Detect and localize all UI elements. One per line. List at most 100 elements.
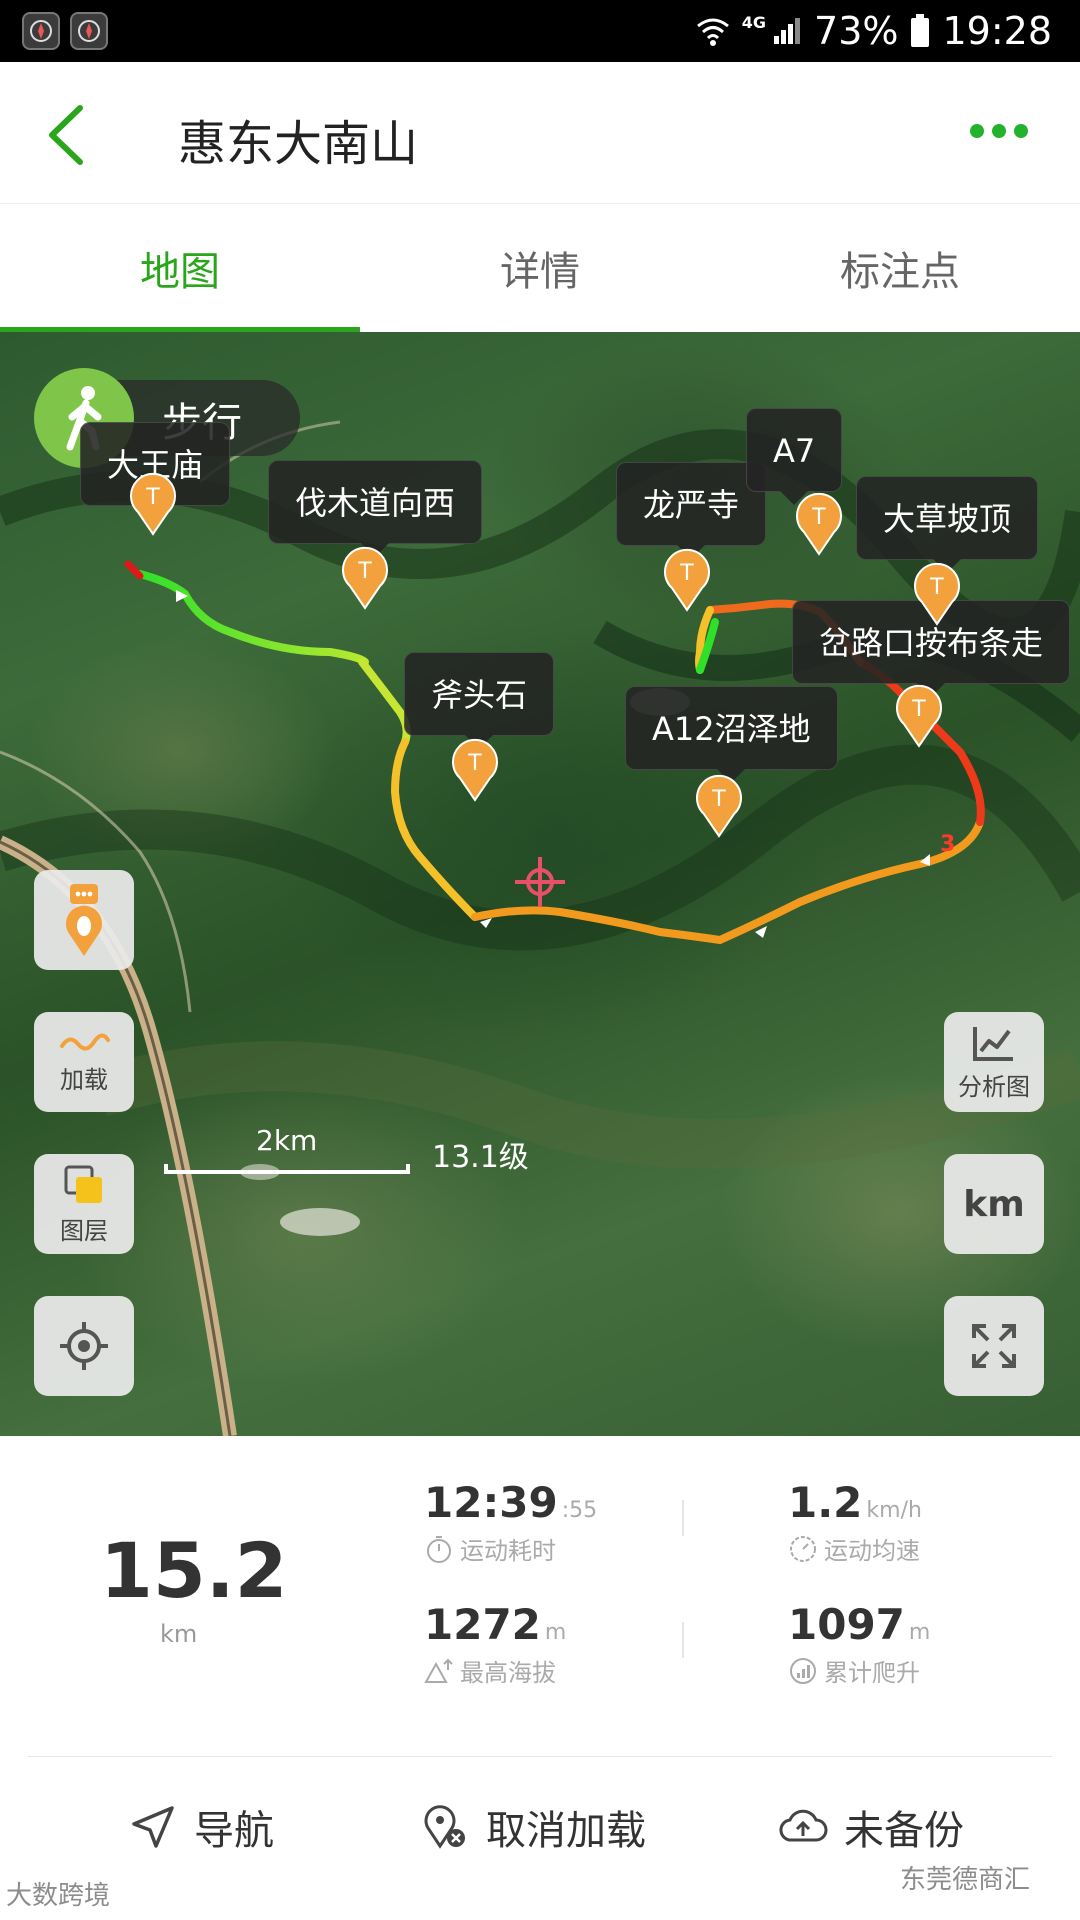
- climb-bars-icon: [790, 1657, 816, 1684]
- chevron-left-icon: [49, 105, 83, 165]
- navigation-arrow-icon: [132, 1806, 174, 1848]
- map-view[interactable]: 步行 大王庙 伐木道向西 斧头石 A12沼泽地 龙严寺 A7 大草坡顶 岔路口按…: [0, 332, 1080, 1436]
- divider: [682, 1622, 684, 1658]
- battery-icon: [911, 14, 930, 47]
- max-altitude-stat: 1272 m 最高海拔: [424, 1600, 566, 1688]
- watermark-right: 东莞德商汇: [900, 1865, 1031, 1895]
- watermark-left: 大数跨境: [6, 1881, 111, 1911]
- layers-label: 图层: [60, 1216, 108, 1245]
- waypoint-pin-icon[interactable]: T: [894, 684, 944, 748]
- waypoint-pin-icon[interactable]: T: [694, 774, 744, 838]
- fullscreen-button[interactable]: [944, 1296, 1044, 1396]
- max-altitude-unit: m: [544, 1620, 567, 1645]
- expand-icon: [972, 1324, 1016, 1368]
- unload-track-label: 取消加载: [486, 1808, 646, 1854]
- waypoint-pin-icon[interactable]: T: [794, 492, 844, 556]
- total-climb-unit: m: [908, 1620, 931, 1645]
- avg-speed-unit: km/h: [866, 1498, 922, 1523]
- load-track-label: 加载: [60, 1065, 108, 1094]
- tab-details[interactable]: 详情: [360, 204, 720, 332]
- unload-pin-icon: [424, 1805, 465, 1849]
- duration-seconds: :55: [561, 1498, 598, 1523]
- navigate-button[interactable]: 导航: [128, 1797, 274, 1857]
- tab-map[interactable]: 地图: [0, 204, 360, 332]
- load-track-button[interactable]: 加载: [34, 1012, 134, 1112]
- avg-speed-label: 运动均速: [824, 1537, 920, 1565]
- segment-number: 3: [940, 832, 956, 857]
- svg-text:T: T: [811, 505, 826, 530]
- dot-icon: [1014, 124, 1028, 138]
- svg-text:T: T: [679, 561, 694, 586]
- locate-icon: [60, 1322, 108, 1370]
- avg-speed-value: 1.2: [788, 1478, 863, 1527]
- svg-text:T: T: [467, 751, 482, 776]
- footprint-marker-button[interactable]: [34, 870, 134, 970]
- duration-value: 12:39: [424, 1478, 558, 1527]
- duration-stat: 12:39:55 运动耗时: [424, 1478, 597, 1566]
- max-altitude-value: 1272: [424, 1600, 541, 1649]
- backup-button[interactable]: 未备份: [778, 1797, 964, 1857]
- units-button[interactable]: km: [944, 1154, 1044, 1254]
- waypoint-callout[interactable]: 龙严寺: [616, 462, 767, 559]
- track-stats: 15.2 km 12:39:55 运动耗时 1.2 km/h 运动均速 1272 m…: [0, 1436, 1080, 1756]
- header: 惠东大南山: [0, 62, 1080, 204]
- back-button[interactable]: [40, 100, 100, 170]
- waypoint-callout[interactable]: A7: [746, 408, 843, 505]
- total-climb-value: 1097: [788, 1600, 905, 1649]
- zoom-level: 13.1级: [432, 1140, 529, 1175]
- total-climb-label: 累计爬升: [824, 1659, 920, 1687]
- svg-text:T: T: [911, 697, 926, 722]
- waypoint-pin-icon[interactable]: T: [450, 738, 500, 802]
- signal-icon: [774, 18, 801, 44]
- status-bar: 4G 73% 19:28: [0, 0, 1080, 62]
- mountain-icon: [424, 1658, 453, 1683]
- analysis-chart-button[interactable]: 分析图: [944, 1012, 1044, 1112]
- clock: 19:28: [942, 9, 1052, 53]
- distance-value: 15.2: [100, 1526, 288, 1615]
- dot-icon: [970, 124, 984, 138]
- backup-label: 未备份: [844, 1808, 964, 1854]
- waypoint-pin-icon[interactable]: T: [128, 472, 178, 536]
- network-type: 4G: [741, 12, 767, 32]
- waypoint-pin-icon[interactable]: T: [912, 562, 962, 626]
- dot-icon: [992, 124, 1006, 138]
- compass-app-icon: [22, 12, 60, 50]
- units-label: km: [963, 1183, 1025, 1225]
- more-button[interactable]: [970, 116, 1040, 146]
- locate-button[interactable]: [34, 1296, 134, 1396]
- waypoint-pin-icon[interactable]: T: [662, 548, 712, 612]
- battery-percent: 73%: [814, 9, 899, 53]
- speedometer-icon: [790, 1535, 816, 1562]
- wave-icon: [60, 1033, 110, 1050]
- analysis-chart-label: 分析图: [958, 1072, 1030, 1101]
- tab-bar: 地图 详情 标注点: [0, 204, 1080, 332]
- avg-speed-stat: 1.2 km/h 运动均速: [788, 1478, 922, 1566]
- divider: [682, 1500, 684, 1536]
- navigate-label: 导航: [194, 1808, 274, 1854]
- svg-text:T: T: [711, 787, 726, 812]
- svg-text:T: T: [357, 559, 372, 584]
- svg-text:T: T: [929, 575, 944, 600]
- waypoint-pin-icon[interactable]: T: [340, 546, 390, 610]
- waypoint-callout[interactable]: 大草坡顶: [856, 476, 1039, 573]
- svg-text:T: T: [145, 485, 160, 510]
- wifi-icon: [696, 18, 729, 46]
- duration-label: 运动耗时: [460, 1537, 556, 1565]
- tab-markers[interactable]: 标注点: [720, 204, 1080, 332]
- scale-label: 2km: [256, 1124, 318, 1157]
- waypoint-callout[interactable]: 斧头石: [404, 652, 555, 749]
- bottom-actions: 导航 取消加载 未备份 大数跨境 东莞德商汇: [0, 1757, 1080, 1920]
- line-chart-icon: [973, 1026, 1013, 1061]
- page-title: 惠东大南山: [178, 116, 419, 172]
- layers-button[interactable]: 图层: [34, 1154, 134, 1254]
- map-scale-bar: 2km: [164, 1122, 410, 1182]
- stopwatch-icon: [427, 1535, 451, 1563]
- waypoint-callout[interactable]: 伐木道向西: [268, 460, 483, 557]
- distance-unit: km: [160, 1620, 198, 1648]
- waypoint-callout[interactable]: A12沼泽地: [625, 686, 838, 783]
- footprint-pin-icon: [66, 884, 102, 956]
- unload-track-button[interactable]: 取消加载: [420, 1797, 646, 1857]
- scale-line: [164, 1164, 410, 1174]
- total-climb-stat: 1097 m 累计爬升: [788, 1600, 930, 1688]
- max-altitude-label: 最高海拔: [460, 1659, 556, 1687]
